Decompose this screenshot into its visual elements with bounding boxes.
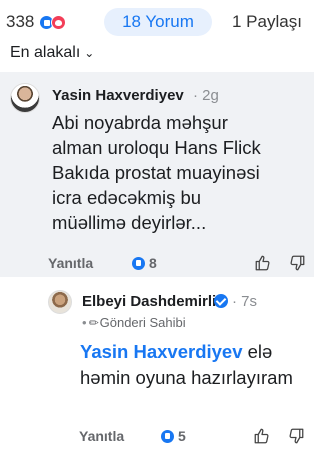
reaction-count[interactable]: 338 (6, 12, 34, 32)
comment-time[interactable]: · 2g (193, 87, 219, 104)
avatar[interactable] (10, 83, 40, 113)
like-count-value: 5 (178, 428, 186, 444)
love-icon (51, 15, 66, 30)
comment-like-count[interactable]: 5 (161, 428, 186, 444)
comment-time[interactable]: · 7s (232, 293, 257, 310)
like-icon (132, 257, 145, 270)
comments-tab[interactable]: 18 Yorum (104, 8, 212, 36)
comment-actions: Yanıtla 8 (48, 255, 310, 275)
pencil-icon: ✏ (88, 316, 99, 330)
comment-actions: Yanıtla 5 (79, 428, 310, 448)
like-count-value: 8 (149, 255, 157, 271)
comment-body: Abi noyabrda məhşur alman uroloqu Hans F… (52, 112, 261, 233)
shares-count[interactable]: 1 Paylaşı (232, 12, 302, 32)
chevron-down-icon: ⌄ (84, 46, 95, 60)
thumbs-down-icon[interactable] (287, 427, 305, 445)
comment: Yasin Haxverdiyev · 2g Abi noyabrda məhş… (0, 72, 314, 277)
comment-author[interactable]: Yasin Haxverdiyev (52, 87, 184, 104)
comment-author[interactable]: Elbeyi Dashdemirli (82, 293, 216, 310)
like-icon (161, 430, 174, 443)
thumbs-up-icon[interactable] (254, 254, 272, 272)
dot-icon: • (82, 315, 87, 330)
reply-button[interactable]: Yanıtla (48, 255, 93, 271)
author-badge: • ✏Gönderi Sahibi (82, 315, 186, 330)
verified-badge-icon (214, 294, 228, 308)
sort-dropdown[interactable]: En alakalı ⌄ (10, 44, 94, 62)
thumbs-down-icon[interactable] (288, 254, 306, 272)
author-badge-label: Gönderi Sahibi (99, 315, 186, 330)
post-stats-bar: 338 18 Yorum 1 Paylaşı (0, 6, 314, 38)
reply-comment: Elbeyi Dashdemirli · 7s • ✏Gönderi Sahibi… (0, 285, 314, 450)
avatar[interactable] (48, 290, 72, 314)
thumbs-up-icon[interactable] (253, 427, 271, 445)
mention-link[interactable]: Yasin Haxverdiyev (80, 341, 243, 362)
sort-label: En alakalı (10, 44, 81, 61)
reaction-icons[interactable] (39, 15, 69, 31)
comment-body: Yasin Haxverdiyev elə həmin oyuna hazırl… (80, 339, 310, 391)
reply-button[interactable]: Yanıtla (79, 428, 124, 444)
comment-like-count[interactable]: 8 (132, 255, 157, 271)
